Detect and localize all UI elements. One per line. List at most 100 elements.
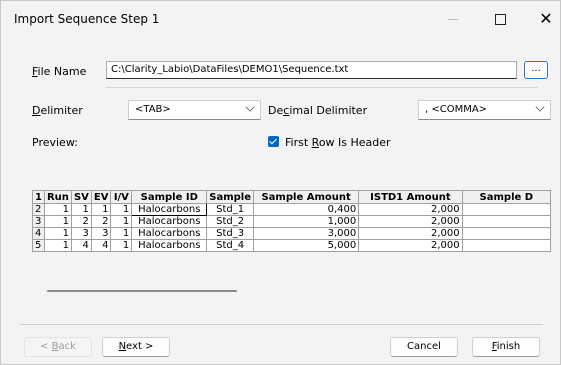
file-name-label-text: ile Name (37, 65, 87, 78)
back-label-accel: B (51, 341, 59, 352)
first-row-label-accel: R (311, 136, 319, 149)
table-cell[interactable]: 1 (110, 239, 133, 252)
minimize-icon (448, 18, 458, 20)
title-bar: Import Sequence Step 1 ✕ (1, 1, 560, 37)
table-cell[interactable]: Halocarbons (131, 239, 208, 252)
preview-grid[interactable]: 1 Run SV EV I/V Sample ID Sample Sample Amount I… (32, 190, 551, 260)
table-cell[interactable]: 4 (90, 239, 112, 252)
window-title: Import Sequence Step 1 (14, 12, 160, 26)
decimal-label-text: imal Delimiter (289, 104, 368, 117)
minimize-button[interactable] (435, 7, 471, 31)
maximize-icon (494, 13, 506, 25)
table-cell[interactable]: 1 (43, 227, 72, 240)
table-cell[interactable]: 1 (90, 203, 112, 216)
delimiter-value: <TAB> (135, 104, 171, 115)
table-cell[interactable]: 3 (90, 227, 112, 240)
decimal-delimiter-select[interactable]: , <COMMA> (418, 100, 551, 120)
table-cell[interactable]: Std_1 (206, 203, 255, 216)
first-row-label-pre: First (285, 136, 312, 149)
table-row[interactable]: 2 1 1 1 1 Halocarbons Std_1 0,400 2,000 (32, 203, 551, 216)
table-cell[interactable]: 1 (70, 203, 92, 216)
table-row[interactable]: 5 1 4 4 1 Halocarbons Std_4 5,000 2,000 (32, 239, 551, 252)
table-cell[interactable]: 1 (110, 215, 133, 228)
footer-separator (20, 324, 543, 325)
decimal-delimiter-label: Decimal Delimiter (268, 104, 367, 117)
table-cell[interactable]: 2 (90, 215, 112, 228)
table-cell[interactable] (461, 203, 551, 216)
file-name-field[interactable]: C:\Clarity_Labio\DataFiles\DEMO1\Sequenc… (106, 61, 517, 79)
table-cell[interactable]: Halocarbons (131, 227, 208, 240)
row-number: 3 (32, 215, 45, 228)
table-cell[interactable]: 2,000 (358, 203, 463, 216)
table-cell[interactable]: 3 (70, 227, 92, 240)
chevron-down-icon (535, 102, 545, 112)
chevron-down-icon (245, 102, 255, 112)
table-cell[interactable]: 1 (110, 203, 133, 216)
back-label-pre: < (40, 341, 52, 352)
table-cell[interactable]: 1 (43, 203, 72, 216)
decimal-delimiter-value: , <COMMA> (425, 104, 488, 115)
browse-button[interactable]: ... (524, 61, 548, 79)
column-header[interactable]: Sample D (461, 190, 551, 204)
column-header[interactable]: Sample (206, 190, 255, 204)
first-row-header-checkbox[interactable] (268, 136, 279, 147)
column-header[interactable]: SV (70, 190, 92, 204)
import-sequence-dialog: Import Sequence Step 1 ✕ File Name C:\Cl… (0, 0, 561, 365)
finish-label-text: inish (496, 341, 521, 352)
table-cell[interactable] (461, 239, 551, 252)
column-header[interactable]: EV (90, 190, 112, 204)
delimiter-label-text: elimiter (40, 104, 83, 117)
table-cell[interactable]: 1 (110, 227, 133, 240)
next-label-text: ext > (126, 341, 154, 352)
finish-button[interactable]: Finish (472, 337, 540, 357)
close-button[interactable]: ✕ (528, 7, 561, 31)
table-cell[interactable]: 2,000 (358, 215, 463, 228)
row-number: 2 (32, 203, 45, 216)
table-cell[interactable]: Std_2 (206, 215, 255, 228)
next-button[interactable]: Next > (102, 337, 170, 357)
table-cell[interactable]: Std_3 (206, 227, 255, 240)
grid-header-row: 1 Run SV EV I/V Sample ID Sample Sample Amount I… (32, 190, 551, 204)
first-row-header-label[interactable]: First Row Is Header (285, 136, 391, 149)
preview-label: Preview: (32, 136, 78, 149)
table-cell[interactable]: Halocarbons (131, 203, 208, 216)
column-header[interactable]: I/V (110, 190, 133, 204)
table-cell[interactable]: Std_4 (206, 239, 255, 252)
separator (106, 87, 538, 88)
table-row[interactable]: 4 1 3 3 1 Halocarbons Std_3 3,000 2,000 (32, 227, 551, 240)
delimiter-select[interactable]: <TAB> (128, 100, 261, 120)
column-header[interactable]: 1 (32, 190, 45, 204)
row-number: 5 (32, 239, 45, 252)
back-label-text: ack (58, 341, 76, 352)
table-cell[interactable] (461, 215, 551, 228)
decimal-label-pre: De (268, 104, 284, 117)
close-icon: ✕ (539, 9, 553, 28)
table-cell[interactable]: 2 (70, 215, 92, 228)
table-cell[interactable]: 2,000 (358, 239, 463, 252)
column-header[interactable]: Sample Amount (253, 190, 360, 204)
horizontal-scrollbar[interactable] (47, 290, 237, 292)
first-row-label-text: ow Is Header (318, 136, 391, 149)
back-button[interactable]: < Back (24, 337, 92, 357)
table-row[interactable]: 3 1 2 2 1 Halocarbons Std_2 1,000 2,000 (32, 215, 551, 228)
column-header[interactable]: Sample ID (131, 190, 208, 204)
preview-table: 1 Run SV EV I/V Sample ID Sample Sample Amount I… (32, 190, 551, 252)
maximize-button[interactable] (482, 7, 518, 31)
row-number: 4 (32, 227, 45, 240)
table-cell[interactable]: 5,000 (253, 239, 360, 252)
table-cell[interactable]: 3,000 (253, 227, 360, 240)
table-cell[interactable]: 0,400 (253, 203, 360, 216)
column-header[interactable]: ISTD1 Amount (358, 190, 463, 204)
table-cell[interactable]: Halocarbons (131, 215, 208, 228)
table-cell[interactable]: 2,000 (358, 227, 463, 240)
cancel-button[interactable]: Cancel (390, 337, 458, 357)
table-cell[interactable]: 1 (43, 215, 72, 228)
table-cell[interactable]: 4 (70, 239, 92, 252)
file-name-label: File Name (32, 65, 86, 78)
delimiter-label: Delimiter (32, 104, 83, 117)
column-header[interactable]: Run (43, 190, 72, 204)
grid-body: 2 1 1 1 1 Halocarbons Std_1 0,400 2,000 3 1 2 2 1 Halo… (32, 203, 551, 252)
table-cell[interactable] (461, 227, 551, 240)
table-cell[interactable]: 1,000 (253, 215, 360, 228)
table-cell[interactable]: 1 (43, 239, 72, 252)
